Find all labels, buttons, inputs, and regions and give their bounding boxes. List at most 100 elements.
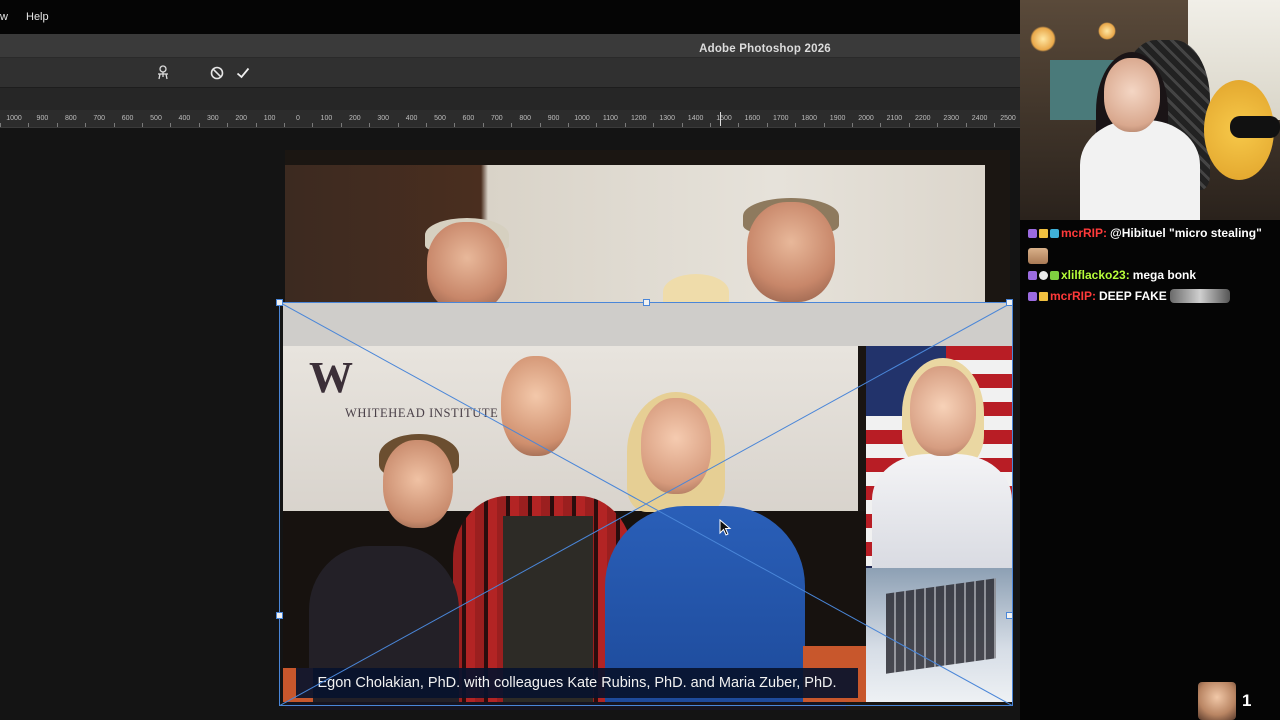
options-bar [0, 58, 1020, 88]
ruler-tick-label: 1900 [829, 115, 846, 122]
ruler-tick-label: 2300 [943, 115, 959, 122]
ruler-tick-label: 1600 [744, 115, 761, 122]
ruler-tick [56, 123, 58, 127]
panel-gap [0, 88, 1020, 110]
ruler-tick-label: 1200 [631, 115, 647, 122]
title-bar: Adobe Photoshop 2026 [0, 34, 1020, 58]
ruler-tick [823, 123, 825, 127]
puppet-warp-icon[interactable] [154, 64, 172, 82]
ruler-tick-label: 900 [36, 115, 49, 122]
ruler-tick-label: 700 [490, 115, 503, 122]
ruler-tick [568, 123, 569, 127]
ruler-cursor-marker [720, 112, 721, 126]
ruler-tick-label: 1400 [687, 115, 704, 122]
photo-caption: Egon Cholakian, PhD. with colleagues Kat… [296, 668, 858, 698]
ruler-tick [681, 123, 683, 127]
horizontal-ruler[interactable]: 1000 900 800 700 600 500 400 300 200 100 0 100 200 30… [0, 110, 1020, 128]
ruler-tick [85, 123, 87, 127]
ruler-tick-label: 800 [64, 115, 77, 122]
ruler-tick-label: 500 [150, 115, 162, 122]
ruler-tick [482, 123, 484, 127]
person-head [747, 202, 835, 302]
menu-help[interactable]: Help [26, 11, 49, 23]
ruler-tick [0, 123, 1, 127]
ruler-tick-label: 600 [121, 115, 134, 122]
ruler-tick-label: 1800 [801, 115, 817, 122]
ruler-tick [198, 123, 200, 127]
ruler-tick-label: 1000 [6, 115, 22, 122]
commit-transform-icon[interactable] [234, 64, 252, 82]
ruler-tick-label: 2100 [886, 115, 903, 122]
ruler-tick [454, 123, 456, 127]
ruler-tick [965, 123, 967, 127]
transformed-layer[interactable]: W WHITEHEAD INSTITUTE [283, 302, 1013, 702]
ruler-tick-label: 700 [93, 115, 106, 122]
ruler-tick [312, 123, 314, 127]
mouse-cursor-icon [719, 519, 732, 536]
ruler-tick-label: 400 [178, 115, 191, 122]
ruler-tick [340, 123, 342, 127]
ruler-tick-label: 300 [377, 115, 390, 122]
astronaut-head [910, 366, 976, 456]
ruler-tick [738, 123, 740, 127]
person-head [427, 222, 507, 312]
microphone [1230, 116, 1280, 138]
ruler-tick [28, 123, 30, 127]
crown-badge-icon [1039, 291, 1048, 301]
ruler-tick [397, 123, 399, 127]
chat-message: xlilflacko23: mega bonk [1028, 268, 1278, 282]
cloud-badge-icon [1039, 270, 1048, 280]
person-head [383, 440, 453, 528]
ruler-tick [170, 123, 172, 127]
streamer-body [1080, 120, 1200, 220]
person-head [641, 398, 711, 494]
ruler-tick-label: 600 [462, 115, 475, 122]
photoshop-window: w Help Adobe Photoshop 2026 1000 900 800 70… [0, 0, 1020, 720]
crown-badge-icon [1039, 228, 1048, 238]
wall-backdrop [283, 346, 858, 516]
chat-text: @Hibituel "micro stealing" [1110, 226, 1262, 240]
viewer-count: 1 [1242, 691, 1252, 710]
stream-chat: mcrRIP: @Hibituel "micro stealing" xlilf… [1020, 220, 1280, 720]
layer-top-band [283, 302, 1013, 346]
chat-username[interactable]: mcrRIP: [1061, 226, 1107, 240]
institute-logo: W [309, 353, 353, 402]
ruler-tick-label: 800 [519, 115, 532, 122]
background-photo-scene [285, 165, 985, 305]
ruler-tick-label: 500 [434, 115, 446, 122]
ruler-tick-label: 1500 [716, 115, 732, 122]
ruler-tick [653, 123, 655, 127]
ruler-tick [937, 123, 939, 127]
ruler-tick-label: 1300 [659, 115, 675, 122]
ruler-tick [284, 123, 285, 127]
ruler-tick-label: 100 [263, 115, 276, 122]
ruler-tick-label: 1000 [574, 115, 590, 122]
ruler-tick [624, 123, 626, 127]
green-badge-icon [1050, 270, 1059, 280]
ruler-tick [596, 123, 598, 127]
ruler-tick [511, 123, 513, 127]
chat-username[interactable]: xlilflacko23: [1061, 268, 1130, 282]
lamp [1098, 22, 1116, 40]
cancel-transform-icon[interactable] [208, 64, 226, 82]
streamer-webcam [1020, 0, 1280, 220]
menu-view[interactable]: w [0, 11, 8, 23]
ruler-tick-label: 2500 [1000, 115, 1016, 122]
chat-username[interactable]: mcrRIP: [1050, 289, 1096, 303]
viewer-avatar [1198, 682, 1236, 720]
ruler-tick [994, 123, 995, 127]
ruler-tick [113, 123, 115, 127]
astronaut-suit [872, 454, 1012, 568]
menu-bar: w Help [0, 0, 1020, 34]
subscriber-badge-icon [1028, 270, 1037, 280]
lamp [1030, 26, 1056, 52]
ruler-tick [852, 123, 853, 127]
institute-name: WHITEHEAD INSTITUTE [345, 406, 499, 420]
solar-panels [886, 578, 996, 674]
ruler-tick-label: 1100 [602, 115, 618, 122]
ruler-tick [369, 123, 371, 127]
ruler-tick [539, 123, 541, 127]
ruler-tick-label: 400 [405, 115, 418, 122]
astronaut-photo [866, 346, 1013, 702]
prime-badge-icon [1050, 228, 1059, 238]
